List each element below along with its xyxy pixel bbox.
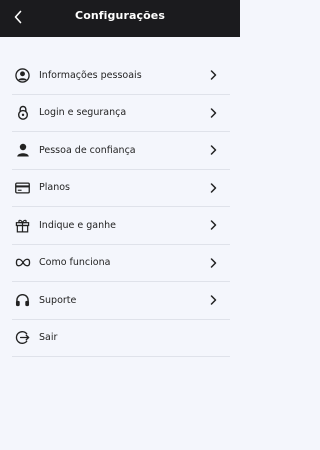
infinity-icon [14,254,31,271]
page-title: Configurações [75,9,165,22]
chevron-right-icon [208,182,218,194]
menu-item-label: Indique e ganhe [39,219,117,231]
chevron-right-icon [208,219,218,231]
chevron-right-icon [208,144,218,156]
chevron-right-icon [208,107,218,119]
menu-item-personal-info[interactable]: Informações pessoais [12,57,230,95]
gift-icon [14,217,31,234]
header-bar: Configurações [0,0,240,37]
person-icon [14,142,31,159]
menu-item-label: Como funciona [39,257,111,269]
menu-item-refer-earn[interactable]: Indique e ganhe [12,207,230,245]
menu-item-label: Suporte [39,294,77,306]
lock-icon [14,104,31,121]
menu-item-label: Planos [39,182,70,194]
menu-item-trusted-person[interactable]: Pessoa de confiança [12,132,230,170]
menu-item-login-security[interactable]: Login e segurança [12,95,230,132]
chevron-right-icon [208,69,218,81]
menu-item-label: Pessoa de confiança [39,144,136,156]
settings-menu: Informações pessoais Login e segurança P… [12,57,230,357]
logout-icon [14,329,31,346]
menu-item-support[interactable]: Suporte [12,282,230,320]
settings-screen: Configurações Informações pessoais Login… [0,0,240,450]
chevron-right-icon [208,257,218,269]
menu-item-how-it-works[interactable]: Como funciona [12,245,230,282]
menu-item-label: Login e segurança [39,107,127,119]
headphones-icon [14,292,31,309]
credit-card-icon [14,179,31,196]
menu-item-logout[interactable]: Sair [12,320,230,357]
menu-item-label: Sair [39,332,58,344]
menu-item-label: Informações pessoais [39,69,142,81]
chevron-right-icon [208,294,218,306]
menu-item-plans[interactable]: Planos [12,170,230,207]
user-circle-icon [14,67,31,84]
